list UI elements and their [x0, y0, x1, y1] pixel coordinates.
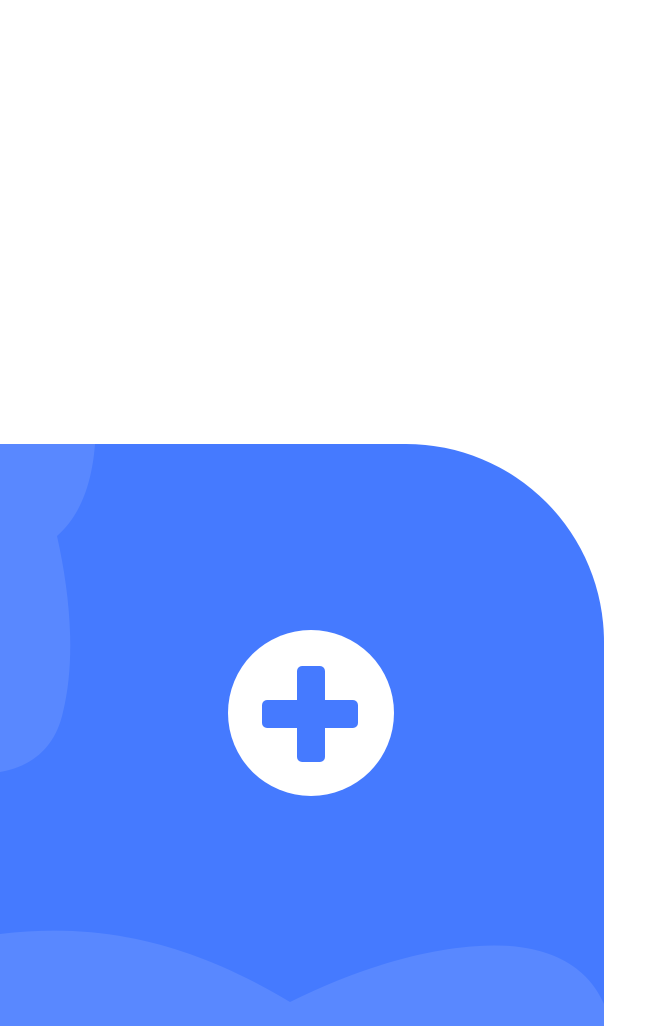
- decorative-blob-left: [0, 444, 95, 772]
- plus-icon-vertical-bar: [297, 666, 325, 762]
- decorative-wave-bottom: [0, 930, 604, 1026]
- page: [0, 0, 656, 1026]
- add-button[interactable]: [228, 630, 394, 796]
- add-card: [0, 444, 604, 1026]
